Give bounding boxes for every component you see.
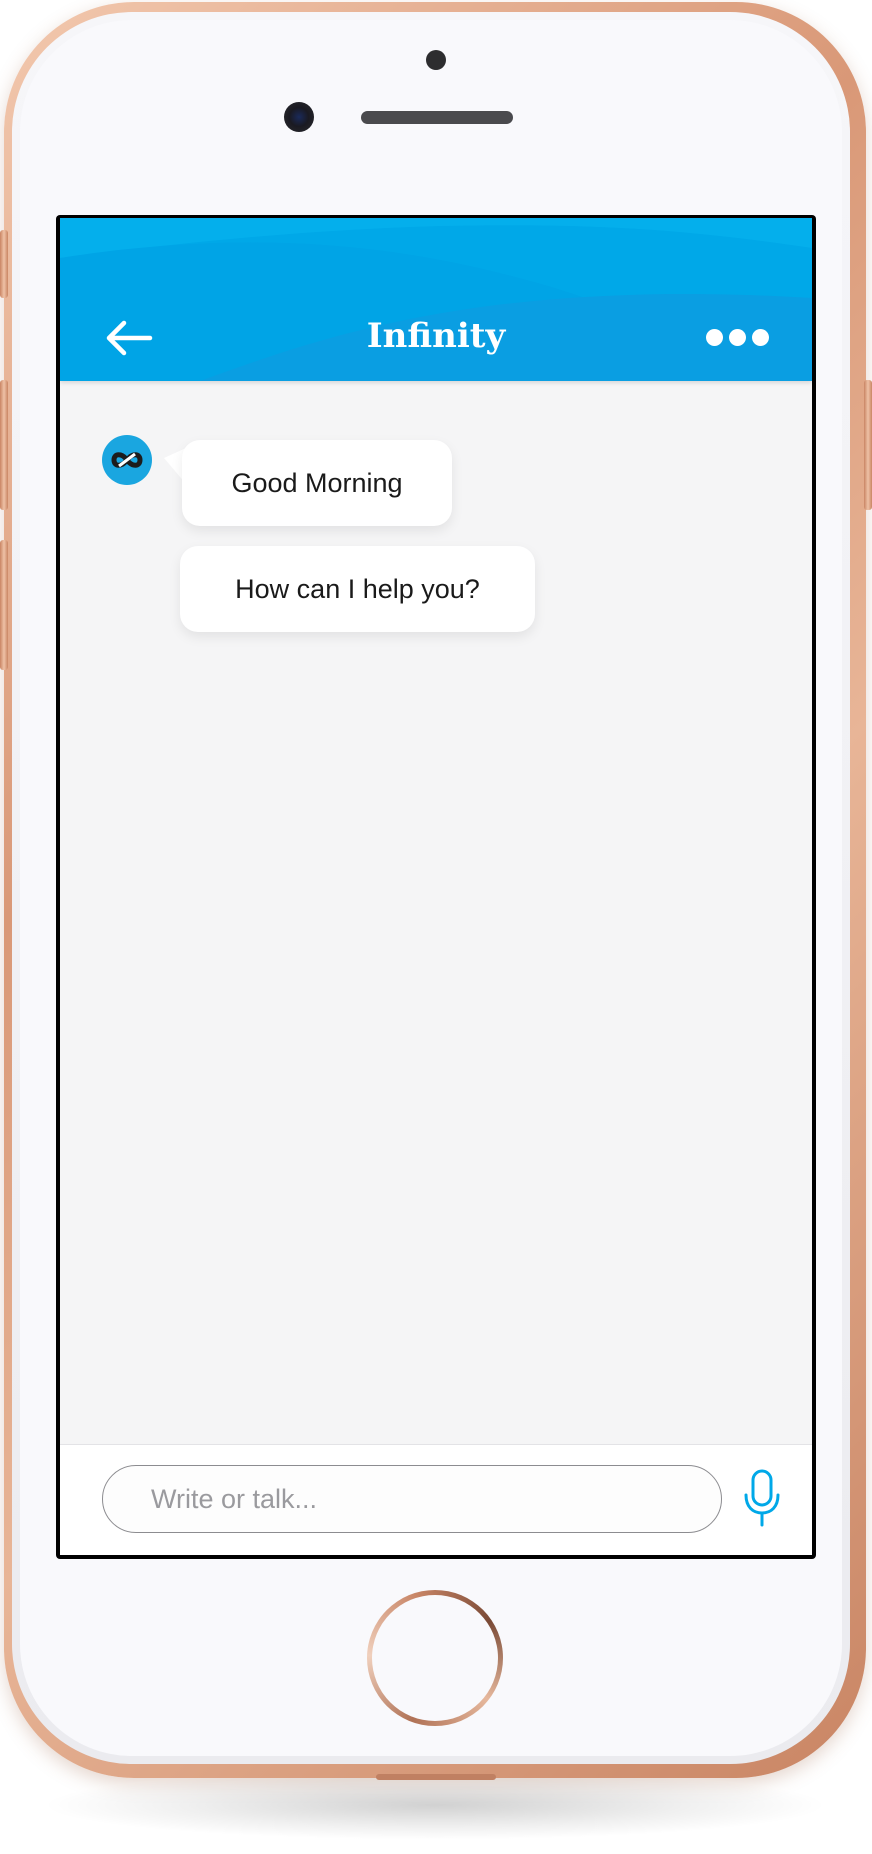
more-dot — [729, 329, 746, 346]
volume-up-button — [0, 380, 8, 510]
arrow-left-icon — [106, 320, 153, 356]
infinity-logo-icon — [103, 436, 151, 484]
proximity-sensor — [426, 50, 446, 70]
composer-bar — [60, 1444, 812, 1555]
device-shadow — [40, 1770, 830, 1840]
bottom-edge — [376, 1774, 496, 1780]
front-camera — [284, 102, 314, 132]
bot-message-bubble: Good Morning — [182, 440, 452, 526]
back-button[interactable] — [104, 318, 154, 358]
more-horizontal-icon — [706, 329, 723, 346]
microphone-button[interactable] — [740, 1467, 784, 1531]
chat-app: Infinity Good Morning How can I help you… — [60, 218, 812, 1555]
message-input[interactable] — [102, 1465, 722, 1533]
device-mockup: Infinity Good Morning How can I help you… — [0, 0, 872, 1854]
header-wave-decoration — [60, 218, 812, 381]
home-button[interactable] — [367, 1590, 503, 1726]
more-options-button[interactable] — [706, 326, 770, 350]
silent-switch — [0, 230, 8, 298]
microphone-icon — [744, 1469, 780, 1527]
more-dot — [752, 329, 769, 346]
earpiece-speaker — [361, 111, 513, 124]
power-button — [864, 380, 872, 510]
volume-down-button — [0, 540, 8, 670]
bot-avatar — [102, 435, 152, 485]
bot-message-bubble: How can I help you? — [180, 546, 535, 632]
phone-screen: Infinity Good Morning How can I help you… — [56, 215, 816, 1559]
app-header: Infinity — [60, 218, 812, 381]
